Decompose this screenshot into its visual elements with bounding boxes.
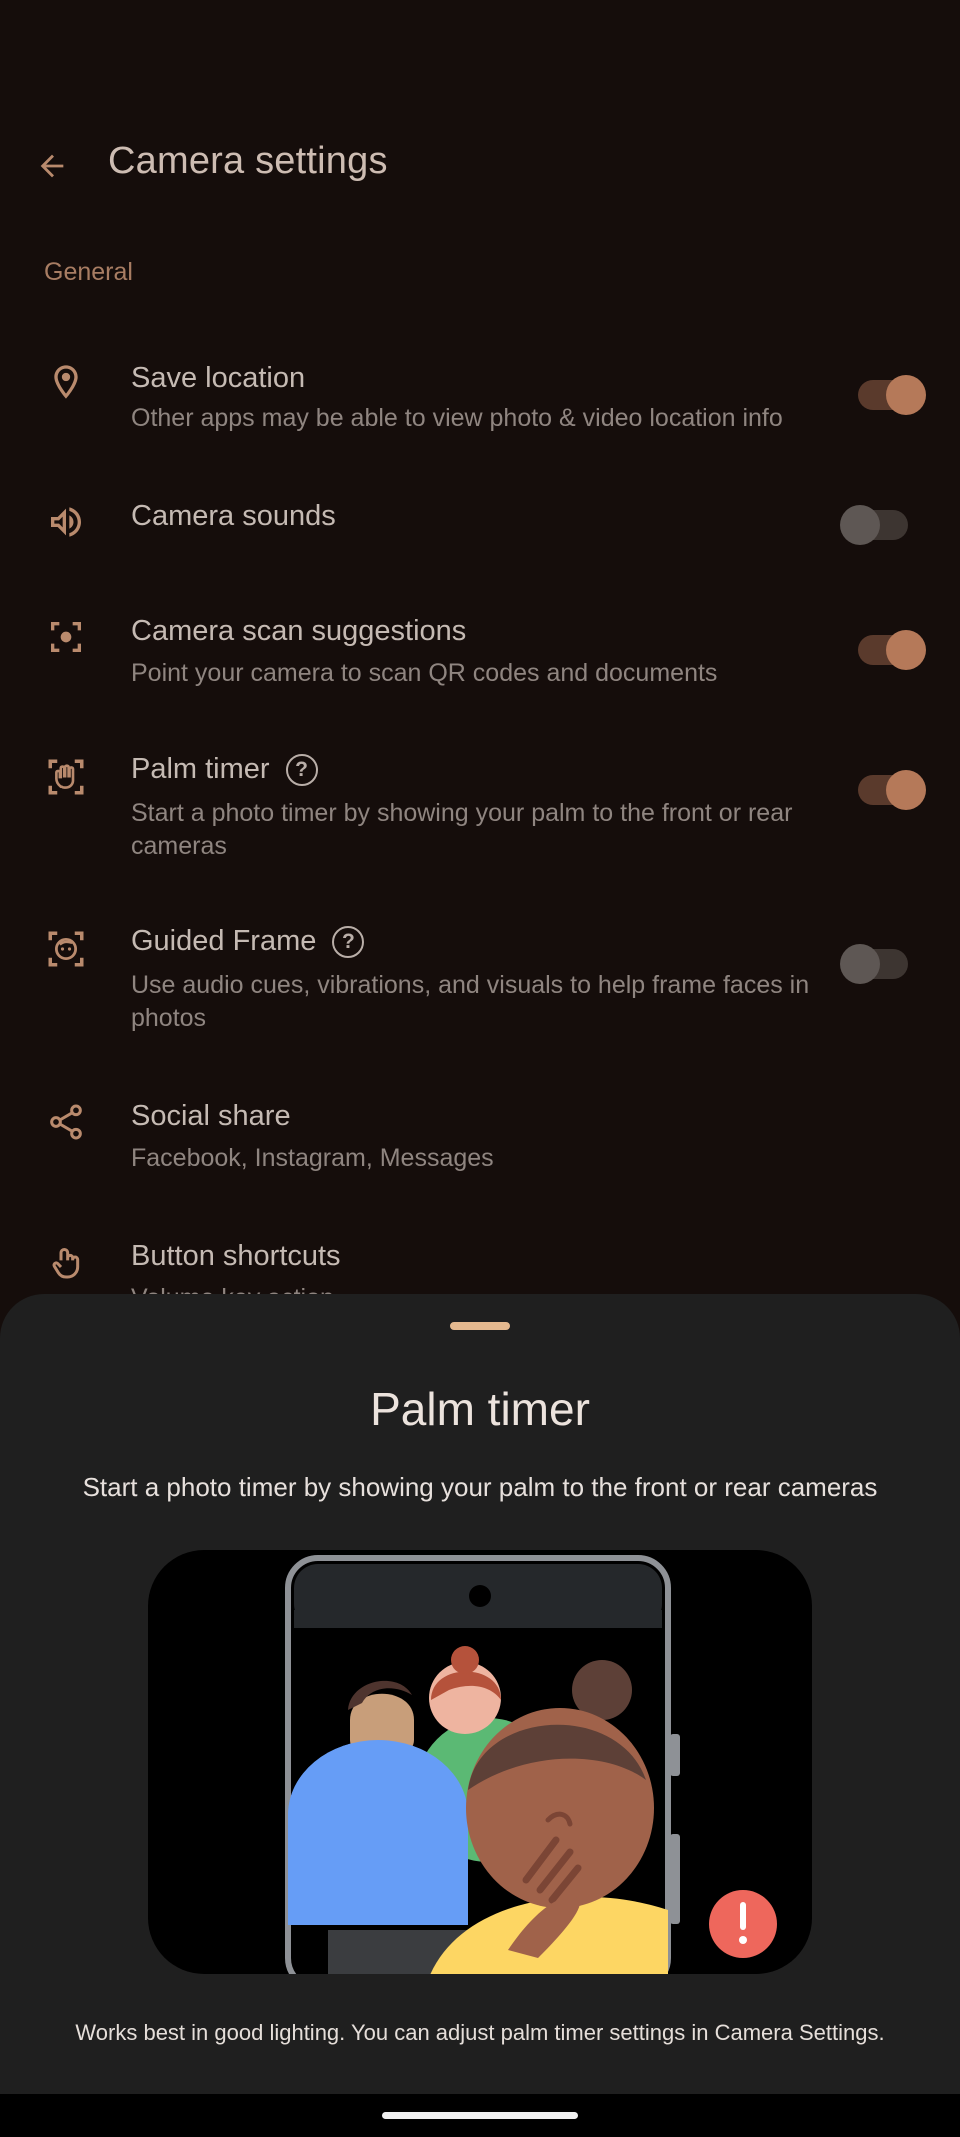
setting-save-location[interactable]: Save location Other apps may be able to … [0,350,960,450]
palm-icon [40,751,92,803]
face-frame-icon [40,923,92,975]
setting-title: Button shortcuts [131,1240,341,1272]
location-pin-icon [40,356,92,408]
setting-social-share[interactable]: Social share Facebook, Instagram, Messag… [0,1090,960,1190]
setting-subtitle: Start a photo timer by showing your palm… [131,799,793,860]
setting-title: Palm timer ? [131,753,318,786]
setting-camera-sounds[interactable]: Camera sounds [0,490,960,570]
toggle-knob [840,505,880,545]
help-icon[interactable]: ? [332,925,365,958]
setting-title: Camera scan suggestions [131,615,467,647]
sheet-description: Start a photo timer by showing your palm… [82,1472,878,1502]
toggle-knob [840,944,880,984]
camera-sounds-toggle[interactable] [840,505,908,545]
setting-title: Save location [131,362,306,394]
system-nav-bar [0,2094,960,2137]
help-icon[interactable]: ? [285,753,318,786]
camera-scan-toggle[interactable] [858,630,926,670]
setting-button-shortcuts[interactable]: Button shortcuts Volume key action [0,1230,960,1300]
palm-timer-illustration [148,1550,812,1974]
setting-title: Guided Frame ? [131,925,365,958]
toggle-knob [886,770,926,810]
guided-frame-toggle[interactable] [840,944,908,984]
setting-subtitle: Facebook, Instagram, Messages [131,1144,494,1172]
page-title: Camera settings [108,140,388,182]
setting-subtitle: Point your camera to scan QR codes and d… [131,659,718,687]
arrow-back-icon [40,154,64,178]
back-button[interactable] [28,142,76,190]
section-header-general: General [44,258,133,286]
toggle-knob [886,630,926,670]
save-location-toggle[interactable] [858,375,926,415]
touch-icon [40,1236,92,1288]
drag-handle[interactable] [450,1322,510,1330]
palm-timer-bottom-sheet: Palm timer Start a photo timer by showin… [0,1294,960,2094]
gesture-nav-handle[interactable] [382,2112,578,2119]
sheet-note: Works best in good lighting. You can adj… [75,2020,885,2045]
setting-camera-scan-suggestions[interactable]: Camera scan suggestions Point your camer… [0,605,960,705]
setting-title: Camera sounds [131,500,336,532]
setting-subtitle: Other apps may be able to view photo & v… [131,404,783,432]
palm-timer-toggle[interactable] [858,770,926,810]
app-bar: Camera settings [0,120,960,210]
setting-guided-frame[interactable]: Guided Frame ? Use audio cues, vibration… [0,917,960,1047]
setting-title: Social share [131,1100,291,1132]
scan-icon [40,611,92,663]
setting-palm-timer[interactable]: Palm timer ? Start a photo timer by show… [0,745,960,875]
setting-subtitle: Use audio cues, vibrations, and visuals … [131,971,810,1032]
share-icon [40,1096,92,1148]
sheet-title: Palm timer [370,1383,590,1435]
volume-icon [40,496,92,548]
screen: Camera settings General Save location Ot… [0,0,960,2137]
toggle-knob [886,375,926,415]
